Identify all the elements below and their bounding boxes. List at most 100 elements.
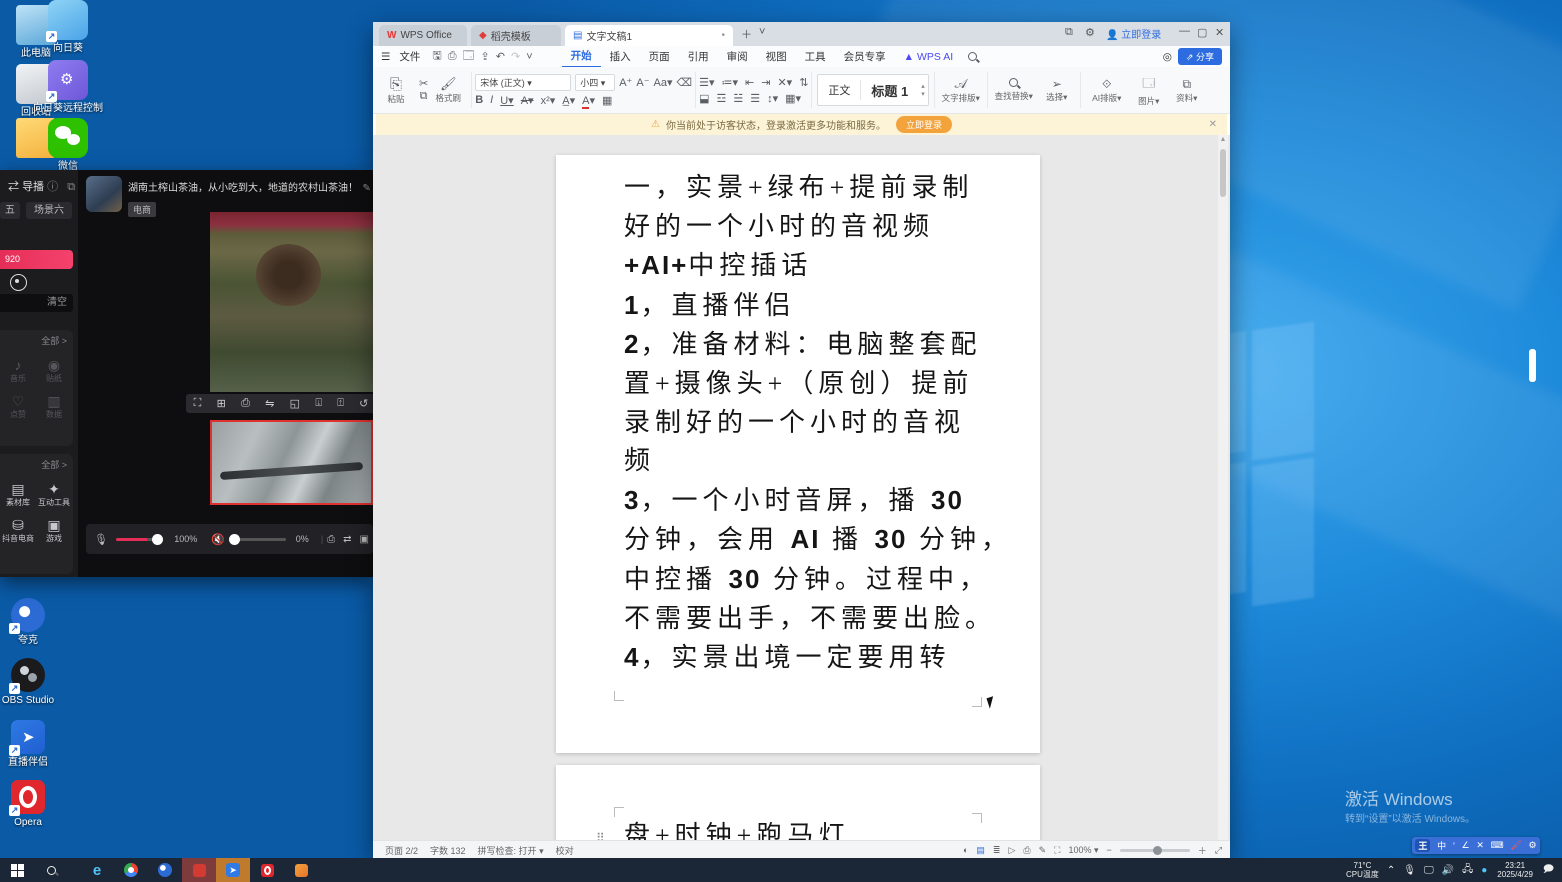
info-icon[interactable]: ⓘ — [47, 181, 58, 193]
taskbar-live-companion-active[interactable]: ➤ — [216, 858, 250, 882]
login-entry[interactable]: 👤 立即登录 — [1106, 26, 1161, 41]
banner-close-icon[interactable]: ✕ — [1209, 119, 1217, 130]
film-icon[interactable]: ▣ — [360, 534, 369, 545]
desktop-icon-opera[interactable]: ↗ Opera — [0, 780, 64, 828]
outline-view-icon[interactable]: ≣ — [993, 845, 1001, 856]
ime-keyboard-icon[interactable]: ⌨ — [1491, 840, 1504, 851]
font-size-select[interactable]: 小四 ▾ — [575, 74, 615, 91]
ime-skin-brush-icon[interactable]: 🖌 — [1510, 840, 1521, 851]
tray-volume-icon[interactable]: 🔊 — [1442, 865, 1454, 876]
document-page-2[interactable]: ⠿ 盘+时钟+跑马灯 — [556, 765, 1040, 840]
spellcheck-status[interactable]: 拼写检查: 打开 ▾ — [478, 844, 544, 857]
taskbar-browser[interactable] — [148, 858, 182, 882]
ime-mode-chinese[interactable]: 中 — [1437, 839, 1446, 852]
snapshot-icon[interactable]: ⎙ — [241, 397, 250, 410]
superscript-icon[interactable]: x²▾ — [541, 94, 556, 107]
close-button[interactable]: ✕ — [1215, 26, 1224, 39]
notification-center-icon[interactable]: 🗩 — [1543, 862, 1554, 879]
document-page-1[interactable]: 一，实景+绿布+提前录制好的一个小时的音视频+AI+中控插话1，直播伴侣2，准备… — [556, 155, 1040, 753]
rotate-icon[interactable]: ↺ — [359, 397, 368, 410]
fullscreen-icon[interactable]: ⛶ — [194, 397, 202, 410]
play-view-icon[interactable]: ▷ — [1008, 845, 1015, 856]
speaker-slider-knob[interactable] — [229, 534, 240, 545]
zoom-slider-knob[interactable] — [1153, 846, 1162, 855]
select-button[interactable]: ➢ 选择▾ — [1037, 67, 1077, 113]
record-target-icon[interactable] — [10, 274, 27, 291]
theme-icon[interactable]: ◐ — [963, 845, 968, 855]
document-scrollbar[interactable]: ▲ — [1218, 135, 1228, 840]
flip-icon[interactable]: ⇋ — [265, 397, 274, 410]
mic-slider-knob[interactable] — [152, 534, 163, 545]
speaker-volume-slider[interactable] — [231, 538, 286, 541]
ime-settings-icon[interactable]: ⚙ — [1528, 840, 1536, 851]
tray-mic-icon[interactable]: 🎙 — [1403, 865, 1416, 876]
paragraph-drag-handle[interactable]: ⠿ — [596, 831, 605, 840]
numbered-list-icon[interactable]: ≔▾ — [721, 76, 738, 89]
change-case-icon[interactable]: Aa▾ — [654, 76, 673, 89]
start-button[interactable] — [0, 858, 34, 882]
ai-layout-button[interactable]: ⟐ AI排版▾ — [1084, 67, 1130, 113]
menu-tab-review[interactable]: 审阅 — [718, 47, 757, 67]
print-layout-icon[interactable]: ⎙ — [1023, 845, 1030, 856]
shading-icon[interactable]: ▦ — [602, 94, 612, 107]
more-commands-icon[interactable]: ˅ — [526, 51, 532, 63]
borders-icon[interactable]: ▦▾ — [785, 92, 801, 105]
ime-symbol-icon[interactable]: ✕ — [1476, 840, 1484, 851]
tab-document[interactable]: ▤ 文字文稿1 • — [565, 25, 733, 46]
taskbar-music-app[interactable] — [182, 858, 216, 882]
banner-login-button[interactable]: 立即登录 — [896, 116, 952, 133]
align-left-icon[interactable]: ⬓ — [699, 92, 709, 105]
tab-more-icon[interactable]: • — [721, 30, 725, 41]
align-v-icon[interactable]: ⍗ — [315, 397, 322, 410]
settings-gear-icon[interactable]: ⚙ — [1085, 26, 1095, 39]
scroll-up-arrow[interactable]: ▲ — [1218, 135, 1228, 145]
tray-network-icon[interactable]: 🖧 — [1462, 862, 1473, 879]
new-tab-button[interactable]: ＋ — [741, 26, 752, 42]
tray-expand-icon[interactable]: ⌃ — [1387, 865, 1395, 876]
zoom-in-icon[interactable]: ＋ — [1198, 844, 1207, 857]
scene-tab-6[interactable]: 场景六 — [26, 202, 72, 219]
menu-file[interactable]: 文件 — [390, 47, 429, 67]
menu-tab-home[interactable]: 开始 — [562, 46, 601, 68]
zoom-slider[interactable] — [1120, 849, 1190, 852]
fit-icon[interactable]: ⊞ — [217, 397, 226, 410]
redo-icon[interactable]: ↷ — [511, 50, 520, 63]
zoom-out-icon[interactable]: − — [1107, 845, 1112, 855]
desktop-icon-obs[interactable]: ↗ OBS Studio — [0, 658, 64, 706]
line-spacing-icon[interactable]: ↕▾ — [767, 92, 778, 105]
desktop-icon-remote-control[interactable]: ↗ ⚙ 向日葵远程控制 — [32, 60, 104, 114]
align-right-icon[interactable]: ☱ — [733, 92, 743, 105]
clear-button[interactable]: 清空 — [0, 294, 73, 312]
tool-material-library[interactable]: ▤ 素材库 — [0, 480, 36, 508]
text-layout-button[interactable]: 𝒜 文字排版▾ — [938, 67, 984, 113]
eye-icon[interactable]: ◎ — [1163, 51, 1172, 63]
indent-icon[interactable]: ⇥ — [761, 76, 770, 89]
shrink-font-icon[interactable]: A⁻ — [636, 76, 649, 89]
scene-video-selected[interactable] — [210, 420, 373, 505]
underline-icon[interactable]: U▾ — [500, 94, 513, 107]
print-icon[interactable]: ⎙ — [448, 50, 457, 63]
save-icon[interactable]: 🖫 — [432, 47, 441, 66]
material-button[interactable]: ⧉ 资料▾ — [1168, 67, 1206, 113]
align-center-icon[interactable]: ☲ — [716, 92, 726, 105]
desktop-icon-quark[interactable]: ↗ 夸克 — [0, 598, 64, 646]
tray-display-icon[interactable]: 🖵 — [1424, 865, 1434, 876]
strikethrough-icon[interactable]: A▾ — [521, 94, 534, 107]
desktop-icon-live-companion[interactable]: ➤ ↗ 直播伴侣 — [0, 720, 64, 768]
grow-font-icon[interactable]: A⁺ — [619, 76, 632, 89]
style-heading1[interactable]: 标题 1 — [861, 79, 918, 102]
menu-tab-reference[interactable]: 引用 — [679, 47, 718, 67]
scrollbar-thumb[interactable] — [1220, 149, 1226, 197]
scene-tab-5[interactable]: 五 — [0, 202, 20, 219]
style-gallery-scroll[interactable]: ▴ ▾ — [918, 82, 928, 98]
tool-music[interactable]: ♪ 音乐 — [0, 356, 36, 384]
font-color-icon[interactable]: A▾ — [582, 94, 595, 107]
highlight-icon[interactable]: A̲▾ — [562, 94, 575, 107]
switch-source-icon[interactable]: ⇄ — [343, 534, 351, 545]
find-replace-button[interactable]: 查找替换▾ — [991, 67, 1037, 113]
maximize-button[interactable]: ▢ — [1197, 26, 1207, 39]
mic-icon[interactable]: 🎙 — [94, 533, 108, 546]
ime-logo-icon[interactable]: 王 — [1415, 839, 1430, 852]
bullet-list-icon[interactable]: ☰▾ — [699, 76, 714, 89]
clock-widget[interactable]: 23:21 2025/4/29 — [1497, 861, 1533, 879]
